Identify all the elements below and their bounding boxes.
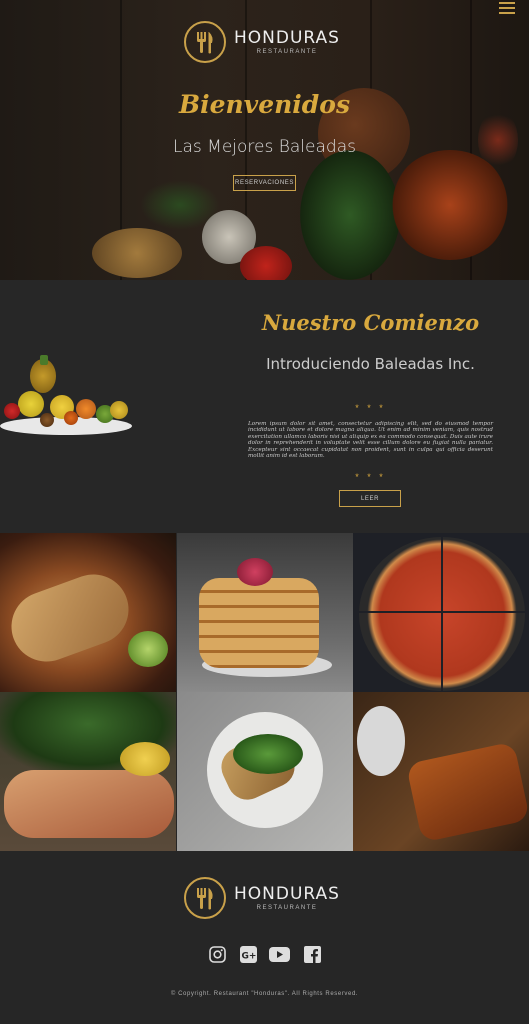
salmon-photo[interactable]	[0, 692, 176, 851]
pancakes-photo[interactable]	[177, 533, 353, 692]
about-section: Nuestro Comienzo Introduciendo Baleadas …	[0, 280, 529, 533]
brand-name: HONDURAS	[234, 28, 340, 48]
brand-subtitle: RESTAURANTE	[256, 49, 318, 55]
youtube-icon[interactable]	[268, 945, 290, 963]
footer-brand-logo[interactable]: HONDURAS RESTAURANTE	[184, 876, 340, 920]
tomato-image	[240, 246, 292, 280]
svg-text:G+: G+	[241, 951, 256, 961]
reservations-button[interactable]: RESERVACIONES	[233, 175, 296, 191]
footer-brand-subtitle: RESTAURANTE	[256, 905, 318, 911]
herbs-image	[300, 150, 400, 280]
grilled-fish-photo[interactable]	[353, 692, 529, 851]
footer: HONDURAS RESTAURANTE G+ © Copyright. Res…	[0, 851, 529, 1024]
hamburger-menu-icon[interactable]	[499, 2, 515, 14]
about-body-text: Lorem ipsum dolor sit amet, consectetur …	[248, 421, 493, 460]
toast-photo[interactable]	[177, 692, 353, 851]
brand-logo[interactable]: HONDURAS RESTAURANTE	[184, 20, 340, 64]
food-gallery	[0, 533, 529, 851]
footer-brand-name: HONDURAS	[234, 884, 340, 904]
bread-image	[92, 228, 182, 278]
instagram-icon[interactable]	[207, 945, 227, 963]
copyright-text: © Copyright. Restaurant "Honduras". All …	[170, 991, 359, 997]
decorative-stars-bottom: * * *	[355, 472, 386, 482]
pizza-photo[interactable]	[353, 533, 529, 692]
decorative-stars-top: * * *	[355, 403, 386, 413]
read-more-button[interactable]: LEER	[339, 490, 401, 507]
fork-knife-logo-icon	[184, 21, 226, 63]
hero-title: Bienvenidos	[178, 90, 351, 119]
about-subtitle: Introduciendo Baleadas Inc.	[266, 355, 475, 373]
greens-image	[140, 180, 220, 230]
hero-section: HONDURAS RESTAURANTE Bienvenidos Las Mej…	[0, 0, 529, 280]
fruit-platter-image	[0, 355, 135, 455]
fork-knife-logo-icon	[184, 877, 226, 919]
burrito-photo[interactable]	[0, 533, 176, 692]
facebook-icon[interactable]	[302, 945, 322, 963]
hero-subtitle: Las Mejores Baleadas	[173, 137, 356, 157]
google-plus-icon[interactable]: G+	[238, 945, 258, 963]
about-title: Nuestro Comienzo	[261, 310, 480, 335]
